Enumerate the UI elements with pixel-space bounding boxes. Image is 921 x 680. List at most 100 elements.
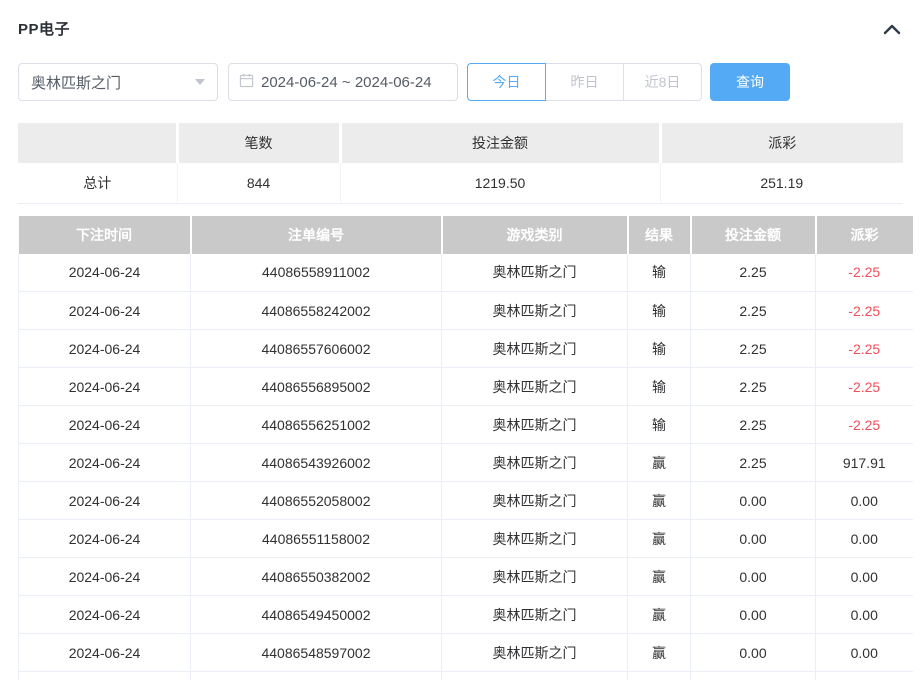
table-row-partial [19, 672, 913, 680]
game-select-value: 奥林匹斯之门 [31, 72, 121, 93]
summary-header-payout: 派彩 [660, 123, 903, 163]
table-row: 2024-06-2444086556895002奥林匹斯之门输2.25-2.25 [19, 368, 913, 406]
bet-time-cell: 2024-06-24 [19, 254, 191, 292]
bet-amount-cell: 2.25 [691, 406, 816, 444]
bet-amount-cell [691, 672, 816, 680]
date-range-input[interactable]: 2024-06-24 ~ 2024-06-24 [228, 63, 458, 101]
result-cell: 赢 [628, 558, 691, 596]
game-type-cell: 奥林匹斯之门 [442, 444, 628, 482]
calendar-icon [239, 73, 261, 92]
bet-amount-cell: 2.25 [691, 254, 816, 292]
bet-time-cell: 2024-06-24 [19, 520, 191, 558]
result-cell [628, 672, 691, 680]
bet-amount-cell: 0.00 [691, 596, 816, 634]
order-no-cell: 44086549450002 [191, 596, 442, 634]
game-type-cell: 奥林匹斯之门 [442, 634, 628, 672]
bet-amount-cell: 0.00 [691, 634, 816, 672]
last-8-days-button[interactable]: 近8日 [623, 63, 702, 101]
bet-amount-cell: 2.25 [691, 330, 816, 368]
payout-cell: -2.25 [816, 406, 913, 444]
header-payout: 派彩 [816, 216, 913, 254]
order-no-cell: 44086551158002 [191, 520, 442, 558]
bet-records-table: 下注时间 注单编号 游戏类别 结果 投注金额 派彩 2024-06-244408… [18, 216, 913, 680]
game-type-cell: 奥林匹斯之门 [442, 292, 628, 330]
chevron-up-icon [883, 23, 901, 38]
game-select[interactable]: 奥林匹斯之门 [18, 63, 218, 101]
quick-date-button-group: 今日 昨日 近8日 [467, 63, 702, 101]
order-no-cell: 44086557606002 [191, 330, 442, 368]
table-row: 2024-06-2444086557606002奥林匹斯之门输2.25-2.25 [19, 330, 913, 368]
payout-cell: -2.25 [816, 292, 913, 330]
table-row: 2024-06-2444086551158002奥林匹斯之门赢0.000.00 [19, 520, 913, 558]
result-cell: 输 [628, 406, 691, 444]
payout-cell: -2.25 [816, 254, 913, 292]
result-cell: 赢 [628, 444, 691, 482]
table-row: 2024-06-2444086552058002奥林匹斯之门赢0.000.00 [19, 482, 913, 520]
bet-amount-cell: 2.25 [691, 368, 816, 406]
header-result: 结果 [628, 216, 691, 254]
today-button[interactable]: 今日 [467, 63, 546, 101]
payout-cell [816, 672, 913, 680]
table-row: 2024-06-2444086550382002奥林匹斯之门赢0.000.00 [19, 558, 913, 596]
result-cell: 赢 [628, 520, 691, 558]
summary-table: 笔数 投注金额 派彩 总计 844 1219.50 251.19 [18, 123, 903, 204]
bet-time-cell: 2024-06-24 [19, 596, 191, 634]
game-type-cell: 奥林匹斯之门 [442, 368, 628, 406]
table-row: 2024-06-2444086549450002奥林匹斯之门赢0.000.00 [19, 596, 913, 634]
bet-amount-cell: 2.25 [691, 444, 816, 482]
order-no-cell: 44086548597002 [191, 634, 442, 672]
bet-table-header-row: 下注时间 注单编号 游戏类别 结果 投注金额 派彩 [19, 216, 913, 254]
payout-cell: -2.25 [816, 368, 913, 406]
collapse-button[interactable] [881, 21, 903, 37]
bet-time-cell: 2024-06-24 [19, 444, 191, 482]
table-row: 2024-06-2444086543926002奥林匹斯之门赢2.25917.9… [19, 444, 913, 482]
header-bet-time: 下注时间 [19, 216, 191, 254]
result-cell: 输 [628, 292, 691, 330]
order-no-cell [191, 672, 442, 680]
game-type-cell [442, 672, 628, 680]
bet-time-cell: 2024-06-24 [19, 406, 191, 444]
game-type-cell: 奥林匹斯之门 [442, 558, 628, 596]
order-no-cell: 44086543926002 [191, 444, 442, 482]
summary-total-label: 总计 [18, 163, 177, 203]
bet-amount-cell: 2.25 [691, 292, 816, 330]
payout-cell: 0.00 [816, 482, 913, 520]
payout-cell: 917.91 [816, 444, 913, 482]
result-cell: 输 [628, 330, 691, 368]
order-no-cell: 44086556251002 [191, 406, 442, 444]
bet-time-cell: 2024-06-24 [19, 482, 191, 520]
game-type-cell: 奥林匹斯之门 [442, 596, 628, 634]
game-type-cell: 奥林匹斯之门 [442, 254, 628, 292]
summary-total-bet-amount: 1219.50 [340, 163, 660, 203]
summary-header-blank [18, 123, 177, 163]
payout-cell: -2.25 [816, 330, 913, 368]
yesterday-button[interactable]: 昨日 [545, 63, 624, 101]
page-title: PP电子 [18, 18, 70, 39]
table-row: 2024-06-2444086548597002奥林匹斯之门赢0.000.00 [19, 634, 913, 672]
bet-time-cell: 2024-06-24 [19, 558, 191, 596]
game-type-cell: 奥林匹斯之门 [442, 330, 628, 368]
result-cell: 赢 [628, 596, 691, 634]
query-button[interactable]: 查询 [710, 63, 790, 101]
game-type-cell: 奥林匹斯之门 [442, 482, 628, 520]
chevron-down-icon [195, 79, 205, 85]
panel-header: PP电子 [18, 0, 903, 39]
header-game-type: 游戏类别 [442, 216, 628, 254]
payout-cell: 0.00 [816, 596, 913, 634]
order-no-cell: 44086552058002 [191, 482, 442, 520]
table-row: 2024-06-2444086558911002奥林匹斯之门输2.25-2.25 [19, 254, 913, 292]
bet-amount-cell: 0.00 [691, 482, 816, 520]
bet-time-cell: 2024-06-24 [19, 330, 191, 368]
result-cell: 输 [628, 368, 691, 406]
game-type-cell: 奥林匹斯之门 [442, 520, 628, 558]
result-cell: 赢 [628, 634, 691, 672]
bet-time-cell: 2024-06-24 [19, 292, 191, 330]
payout-cell: 0.00 [816, 558, 913, 596]
summary-header-bet-amount: 投注金额 [340, 123, 660, 163]
bet-table-body: 2024-06-2444086558911002奥林匹斯之门输2.25-2.25… [19, 254, 913, 680]
pp-electronic-panel: PP电子 奥林匹斯之门 2024-06-24 ~ 2024 [0, 0, 921, 680]
bet-amount-cell: 0.00 [691, 520, 816, 558]
order-no-cell: 44086550382002 [191, 558, 442, 596]
summary-total-payout: 251.19 [660, 163, 903, 203]
payout-cell: 0.00 [816, 634, 913, 672]
